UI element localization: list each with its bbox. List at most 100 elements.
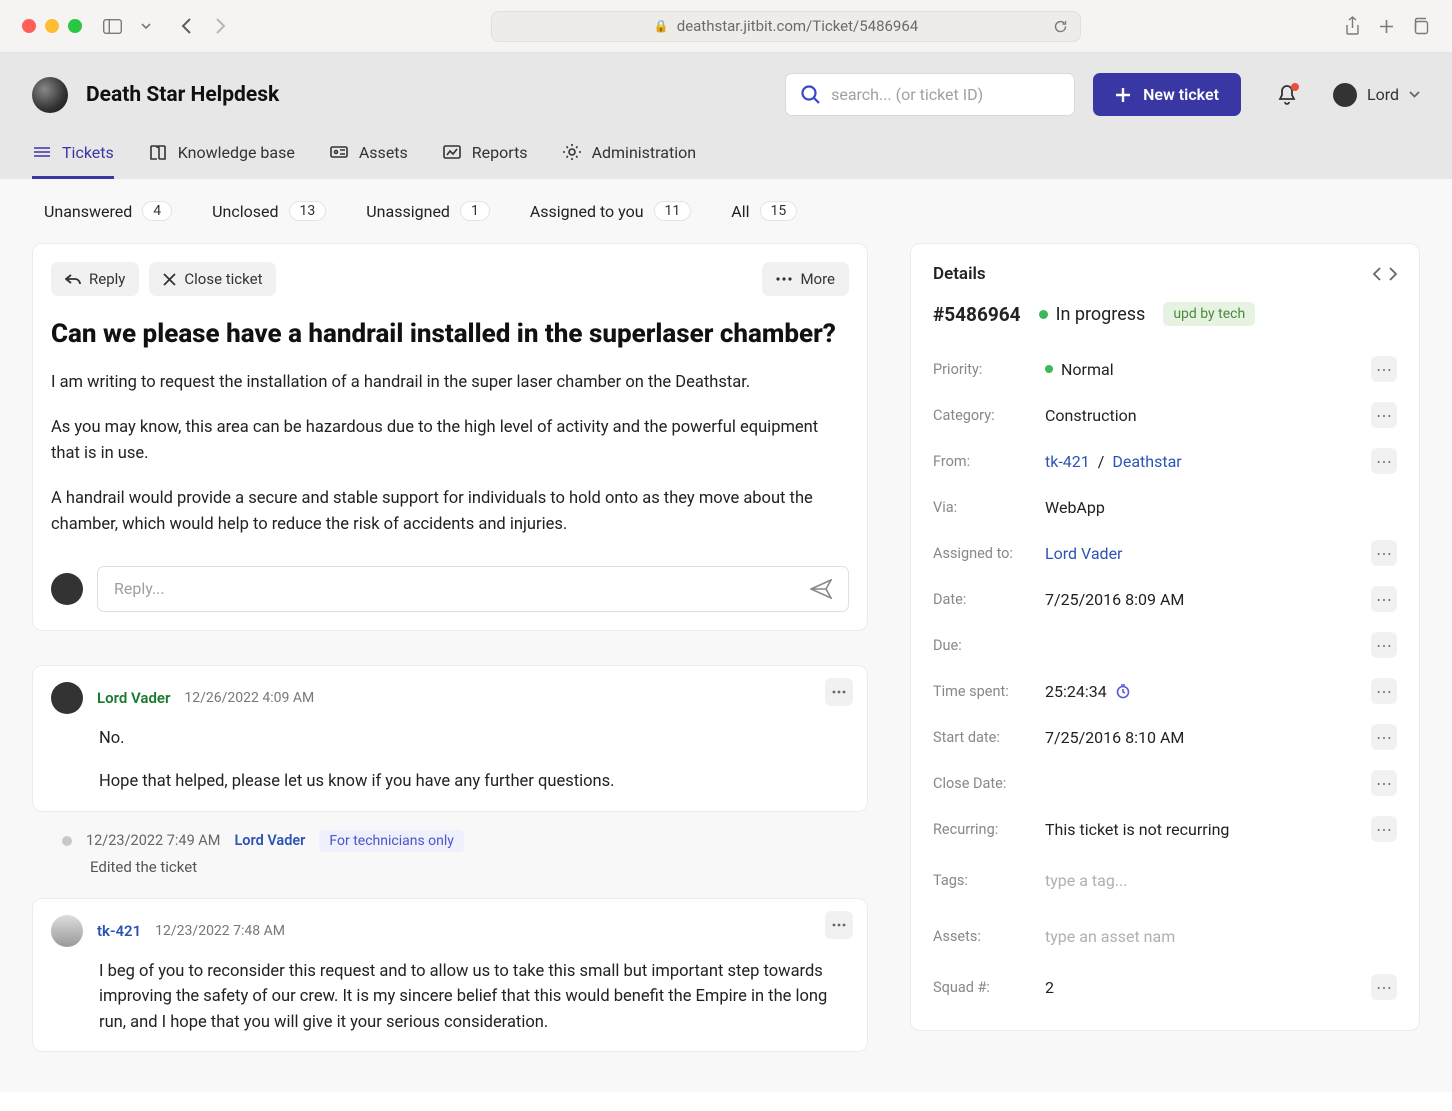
comment-time: 12/26/2022 4:09 AM bbox=[184, 690, 314, 706]
comment-text: I beg of you to reconsider this request … bbox=[99, 959, 849, 1036]
search-input[interactable] bbox=[831, 85, 1060, 104]
category-value: Construction bbox=[1045, 406, 1371, 425]
forward-button[interactable] bbox=[210, 16, 230, 36]
tab-knowledge-base[interactable]: Knowledge base bbox=[148, 142, 295, 179]
chevron-down-icon[interactable] bbox=[136, 16, 156, 36]
ticket-id: #5486964 bbox=[933, 303, 1021, 326]
filter-assigned-to-you[interactable]: Assigned to you11 bbox=[530, 201, 691, 221]
app-title: Death Star Helpdesk bbox=[86, 83, 279, 107]
tags-input[interactable] bbox=[1045, 871, 1397, 890]
send-icon[interactable] bbox=[810, 579, 832, 599]
notification-badge bbox=[1291, 83, 1299, 91]
field-label: Tags: bbox=[933, 872, 1045, 889]
audit-action: Edited the ticket bbox=[32, 852, 868, 876]
tickets-icon bbox=[32, 142, 52, 162]
sidebar-toggle-icon[interactable] bbox=[102, 16, 122, 36]
url-text: deathstar.jitbit.com/Ticket/5486964 bbox=[677, 17, 918, 35]
squad-value: 2 bbox=[1045, 978, 1371, 997]
back-button[interactable] bbox=[176, 16, 196, 36]
ticket-paragraph: A handrail would provide a secure and st… bbox=[51, 486, 849, 537]
tab-label: Tickets bbox=[62, 143, 114, 162]
tab-administration[interactable]: Administration bbox=[562, 142, 697, 179]
field-label: Time spent: bbox=[933, 683, 1045, 700]
tab-tickets[interactable]: Tickets bbox=[32, 142, 114, 179]
maximize-window-button[interactable] bbox=[68, 19, 82, 33]
comment-author[interactable]: tk-421 bbox=[97, 922, 141, 940]
from-user-link[interactable]: tk-421 bbox=[1045, 452, 1090, 471]
user-menu[interactable]: Lord bbox=[1333, 83, 1420, 107]
share-icon[interactable] bbox=[1342, 16, 1362, 36]
reload-icon[interactable] bbox=[1050, 16, 1070, 36]
search-box[interactable] bbox=[785, 73, 1075, 116]
book-icon bbox=[148, 142, 168, 162]
app-logo bbox=[32, 77, 68, 113]
reply-input[interactable] bbox=[114, 579, 810, 598]
timer-icon[interactable] bbox=[1115, 683, 1131, 699]
field-more-button[interactable]: ⋯ bbox=[1371, 678, 1397, 704]
audit-dot-icon bbox=[62, 836, 72, 846]
prev-ticket-button[interactable] bbox=[1373, 267, 1382, 281]
plus-icon bbox=[1115, 87, 1131, 103]
field-more-button[interactable]: ⋯ bbox=[1371, 586, 1397, 612]
comment-text: Hope that helped, please let us know if … bbox=[99, 769, 849, 795]
filter-unassigned[interactable]: Unassigned1 bbox=[366, 201, 490, 221]
updated-by-badge: upd by tech bbox=[1163, 302, 1255, 326]
field-more-button[interactable]: ⋯ bbox=[1371, 724, 1397, 750]
assigned-to-link[interactable]: Lord Vader bbox=[1045, 544, 1122, 563]
search-icon bbox=[800, 84, 821, 105]
tab-reports[interactable]: Reports bbox=[442, 142, 528, 179]
filter-label: Unclosed bbox=[212, 202, 278, 221]
close-ticket-button[interactable]: Close ticket bbox=[149, 262, 276, 296]
comment-author[interactable]: Lord Vader bbox=[97, 689, 170, 707]
priority-value: Normal bbox=[1061, 360, 1114, 379]
audit-author[interactable]: Lord Vader bbox=[234, 832, 305, 849]
field-label: Priority: bbox=[933, 361, 1045, 378]
reply-icon bbox=[65, 272, 81, 286]
field-more-button[interactable]: ⋯ bbox=[1371, 402, 1397, 428]
new-ticket-button[interactable]: New ticket bbox=[1093, 73, 1241, 116]
next-ticket-button[interactable] bbox=[1388, 267, 1397, 281]
tabs-icon[interactable] bbox=[1410, 16, 1430, 36]
field-label: Close Date: bbox=[933, 775, 1045, 792]
filter-unanswered[interactable]: Unanswered4 bbox=[44, 201, 172, 221]
new-ticket-label: New ticket bbox=[1143, 85, 1219, 104]
tab-label: Reports bbox=[472, 143, 528, 162]
from-value: tk-421 / Deathstar bbox=[1045, 452, 1371, 471]
status-badge: In progress bbox=[1039, 304, 1146, 325]
field-more-button[interactable]: ⋯ bbox=[1371, 816, 1397, 842]
assets-input[interactable] bbox=[1045, 927, 1397, 946]
field-more-button[interactable]: ⋯ bbox=[1371, 540, 1397, 566]
via-value: WebApp bbox=[1045, 498, 1397, 517]
tab-assets[interactable]: Assets bbox=[329, 142, 408, 179]
comment-more-button[interactable] bbox=[825, 911, 853, 939]
ticket-paragraph: I am writing to request the installation… bbox=[51, 370, 849, 396]
gear-icon bbox=[562, 142, 582, 162]
tab-label: Administration bbox=[592, 143, 697, 162]
url-field[interactable]: 🔒 deathstar.jitbit.com/Ticket/5486964 bbox=[491, 11, 1081, 42]
field-more-button[interactable]: ⋯ bbox=[1371, 632, 1397, 658]
more-button[interactable]: More bbox=[762, 262, 849, 296]
main-nav: Tickets Knowledge base Assets Reports Ad… bbox=[32, 142, 1420, 179]
reply-button[interactable]: Reply bbox=[51, 262, 139, 296]
filter-unclosed[interactable]: Unclosed13 bbox=[212, 201, 326, 221]
field-more-button[interactable]: ⋯ bbox=[1371, 770, 1397, 796]
close-window-button[interactable] bbox=[22, 19, 36, 33]
ticket-title: Can we please have a handrail installed … bbox=[51, 318, 849, 352]
comment-card: tk-421 12/23/2022 7:48 AM I beg of you t… bbox=[32, 898, 868, 1053]
field-label: Start date: bbox=[933, 729, 1045, 746]
comment-more-button[interactable] bbox=[825, 678, 853, 706]
filter-bar: Unanswered4 Unclosed13 Unassigned1 Assig… bbox=[32, 179, 1420, 243]
minimize-window-button[interactable] bbox=[45, 19, 59, 33]
from-location-link[interactable]: Deathstar bbox=[1112, 452, 1181, 471]
filter-all[interactable]: All15 bbox=[731, 201, 797, 221]
button-label: Close ticket bbox=[184, 270, 262, 288]
filter-count: 1 bbox=[460, 201, 490, 221]
filter-label: All bbox=[731, 202, 749, 221]
field-more-button[interactable]: ⋯ bbox=[1371, 974, 1397, 1000]
field-more-button[interactable]: ⋯ bbox=[1371, 356, 1397, 382]
reply-input-wrap[interactable] bbox=[97, 566, 849, 612]
field-more-button[interactable]: ⋯ bbox=[1371, 448, 1397, 474]
tab-label: Assets bbox=[359, 143, 408, 162]
notifications-button[interactable] bbox=[1277, 85, 1297, 105]
new-tab-icon[interactable] bbox=[1376, 16, 1396, 36]
